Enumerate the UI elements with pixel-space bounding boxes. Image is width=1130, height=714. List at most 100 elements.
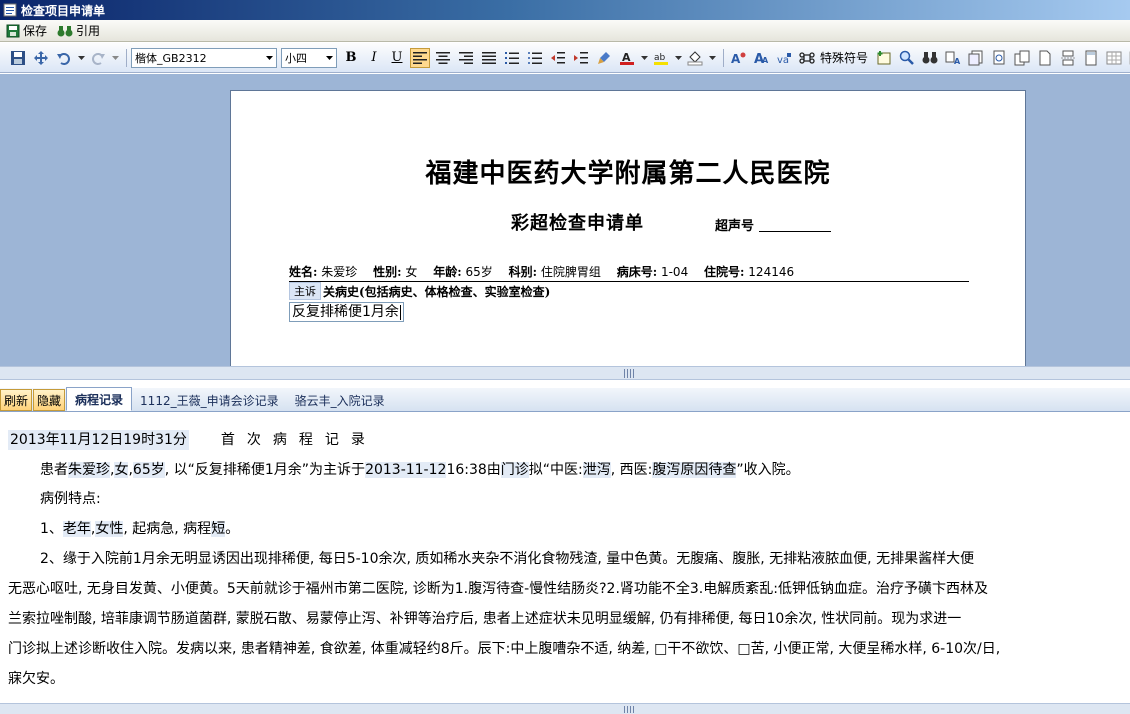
undo-dropdown[interactable] xyxy=(77,48,85,68)
record-horizontal-scrollbar[interactable] xyxy=(0,703,1130,714)
record-text: 拟“中医: xyxy=(528,462,583,478)
font-name-select[interactable]: 楷体_GB2312 xyxy=(131,47,277,68)
patient-name-field: 朱爱珍 xyxy=(68,462,110,478)
page-setup-button[interactable] xyxy=(966,48,986,68)
patient-sex[interactable]: 女 xyxy=(405,265,417,279)
svg-text:ab: ab xyxy=(654,53,666,63)
fill-color-button[interactable] xyxy=(685,48,705,68)
tab-consult-request[interactable]: 1112_王薇_申请会诊记录 xyxy=(132,389,287,411)
font-color-icon: A xyxy=(620,51,634,65)
record-text: , 以“反复排稀便1月余”为主诉于 xyxy=(164,462,366,478)
refresh-button[interactable]: 刷新 xyxy=(0,389,33,411)
align-center-icon xyxy=(436,51,450,64)
tab-progress-note[interactable]: 病程记录 xyxy=(66,387,133,411)
save-label: 保存 xyxy=(23,24,48,38)
format-toolbar: 楷体_GB2312 小四 B I U A ab A A A va 特殊符号 A xyxy=(0,43,1130,73)
find-button[interactable] xyxy=(920,48,940,68)
align-center-button[interactable] xyxy=(433,48,453,68)
font-size-dropdown[interactable] xyxy=(322,49,336,67)
special-chars-icon-button[interactable] xyxy=(797,48,817,68)
patient-bed[interactable]: 1-04 xyxy=(661,265,688,279)
increase-indent-button[interactable] xyxy=(571,48,591,68)
font-color-button[interactable]: A xyxy=(617,48,637,68)
justify-icon xyxy=(482,51,496,64)
hospital-name: 福建中医药大学附属第二人民医院 xyxy=(425,159,831,189)
chevron-down-icon xyxy=(674,55,682,60)
toolbar-save-button[interactable] xyxy=(8,48,28,68)
sex-label: 性别: xyxy=(373,265,402,279)
age-label: 年龄: xyxy=(433,265,462,279)
replace-button[interactable]: A xyxy=(943,48,963,68)
insert-comment-button[interactable] xyxy=(874,48,894,68)
patient-info-row: 姓名: 朱爱珍 性别: 女 年龄: 65岁 科别: 住院脾胃组 病床号: 1-0… xyxy=(289,263,969,282)
scroll-thumb-grip[interactable] xyxy=(624,706,634,713)
quote-button[interactable]: 引用 xyxy=(57,22,100,39)
move-button[interactable] xyxy=(31,48,51,68)
chevron-down-icon xyxy=(640,55,648,60)
window-title-bar: 检查项目申请单 xyxy=(0,0,1130,20)
special-chars-button[interactable]: 特殊符号 xyxy=(820,49,868,66)
table-icon xyxy=(1106,51,1122,64)
undo-button[interactable] xyxy=(54,48,74,68)
chief-complaint-field[interactable]: 反复排稀便1月余 xyxy=(289,302,404,322)
outdent-icon xyxy=(551,51,565,63)
chief-complaint-tag[interactable]: 主诉 xyxy=(289,282,321,300)
highlight-button[interactable]: ab xyxy=(651,48,671,68)
tab-admission-record[interactable]: 骆云丰_入院记录 xyxy=(287,389,393,411)
page-icon xyxy=(1039,50,1051,65)
bold-button[interactable]: B xyxy=(341,48,361,68)
patient-dept[interactable]: 住院脾胃组 xyxy=(541,265,601,279)
hide-button[interactable]: 隐藏 xyxy=(33,389,66,411)
chevron-down-icon xyxy=(111,55,119,60)
scroll-thumb-grip[interactable] xyxy=(624,369,634,378)
highlight-dropdown[interactable] xyxy=(674,48,682,68)
copy-page-button[interactable] xyxy=(1012,48,1032,68)
patient-inpatient-no[interactable]: 124146 xyxy=(748,265,794,279)
redo-button[interactable] xyxy=(88,48,108,68)
header-footer-icon xyxy=(1085,50,1097,65)
print-preview-icon xyxy=(993,50,1005,64)
text-effect-button[interactable]: va xyxy=(774,48,794,68)
ultrasound-number-field[interactable] xyxy=(759,231,831,232)
save-button[interactable]: 保存 xyxy=(6,22,47,39)
new-page-button[interactable] xyxy=(1035,48,1055,68)
align-left-button[interactable] xyxy=(410,47,430,68)
font-name-dropdown[interactable] xyxy=(262,49,276,67)
font-style-button[interactable]: A xyxy=(728,48,748,68)
numbered-list-button[interactable] xyxy=(502,48,522,68)
print-preview-button[interactable] xyxy=(989,48,1009,68)
page-break-icon xyxy=(1061,50,1076,65)
font-color-dropdown[interactable] xyxy=(640,48,648,68)
table-button[interactable] xyxy=(1104,48,1124,68)
patient-name[interactable]: 朱爱珍 xyxy=(321,265,357,279)
record-text: ”收入院。 xyxy=(736,462,800,478)
gender-field: 女性 xyxy=(95,521,124,537)
underline-button[interactable]: U xyxy=(387,48,407,68)
fill-color-dropdown[interactable] xyxy=(708,48,716,68)
save-icon xyxy=(6,24,20,37)
page-break-button[interactable] xyxy=(1058,48,1078,68)
format-painter-button[interactable] xyxy=(594,48,614,68)
redo-dropdown[interactable] xyxy=(111,48,119,68)
header-footer-button[interactable] xyxy=(1081,48,1101,68)
admission-source-field: 门诊 xyxy=(500,462,529,478)
page-setup-icon xyxy=(968,50,983,65)
font-size-select[interactable]: 小四 xyxy=(281,47,337,68)
chevron-down-icon xyxy=(265,55,273,60)
justify-button[interactable] xyxy=(479,48,499,68)
font-size-up-button[interactable]: AA xyxy=(751,48,771,68)
record-viewer[interactable]: 2013年11月12日19时31分 首次病程记录 患者朱爱珍,女,65岁, 以“反… xyxy=(0,413,1130,703)
editor-horizontal-scrollbar[interactable] xyxy=(0,366,1130,380)
chief-complaint-value: 反复排稀便1月余 xyxy=(292,304,399,320)
search-button[interactable] xyxy=(897,48,917,68)
tcm-diagnosis-field: 泄泻 xyxy=(582,462,611,478)
align-right-icon xyxy=(459,51,473,64)
align-right-button[interactable] xyxy=(456,48,476,68)
bullet-list-button[interactable] xyxy=(525,48,545,68)
document-page[interactable]: 福建中医药大学附属第二人民医院 彩超检查申请单 超声号 姓名: 朱爱珍 性别: … xyxy=(230,90,1026,366)
italic-button[interactable]: I xyxy=(364,48,384,68)
decrease-indent-button[interactable] xyxy=(548,48,568,68)
record-paragraph: 病例特点: xyxy=(40,491,101,507)
record-tab-strip: 刷新 隐藏 病程记录 1112_王薇_申请会诊记录 骆云丰_入院记录 xyxy=(0,387,1130,412)
patient-age[interactable]: 65岁 xyxy=(465,265,492,279)
